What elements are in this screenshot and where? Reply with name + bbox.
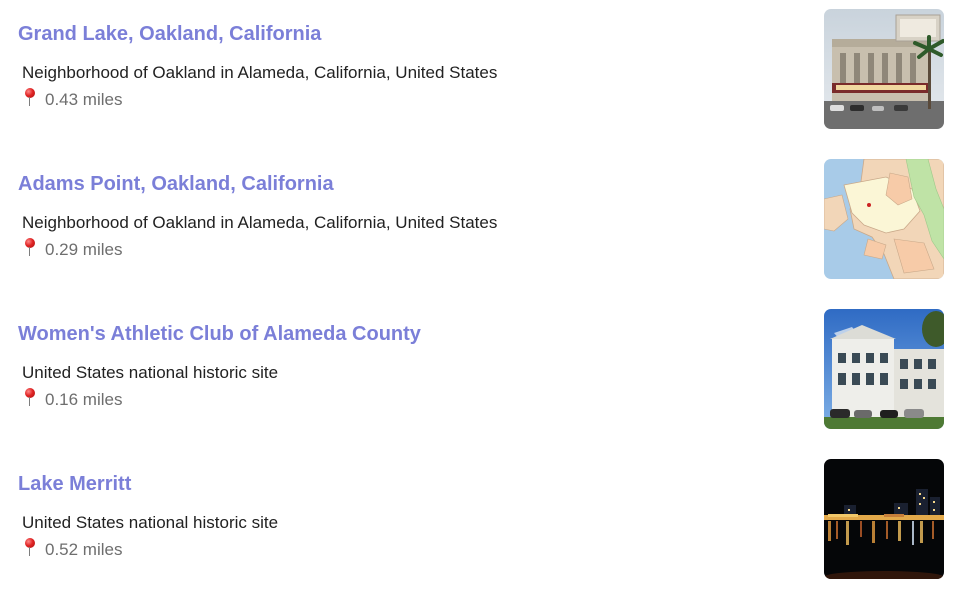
- result-title-link[interactable]: Grand Lake, Oakland, California: [18, 23, 321, 46]
- result-thumbnail[interactable]: [824, 309, 944, 429]
- list-item: Lake Merritt United States national hist…: [0, 450, 960, 590]
- result-thumbnail[interactable]: [824, 159, 944, 279]
- nearby-results-list: Grand Lake, Oakland, California Neighbor…: [0, 0, 960, 590]
- result-description: Neighborhood of Oakland in Alameda, Cali…: [22, 213, 498, 232]
- result-description: Neighborhood of Oakland in Alameda, Cali…: [22, 63, 498, 82]
- list-item: Women's Athletic Club of Alameda County …: [0, 300, 960, 450]
- result-distance: 0.16 miles: [22, 387, 123, 410]
- result-thumbnail[interactable]: [824, 9, 944, 129]
- theater-photo: [824, 9, 944, 129]
- distance-value: 0.52 miles: [45, 540, 123, 559]
- building-photo: [824, 309, 944, 429]
- result-title-link[interactable]: Women's Athletic Club of Alameda County: [18, 323, 421, 346]
- map-image: [824, 159, 944, 279]
- distance-value: 0.43 miles: [45, 90, 123, 109]
- result-distance: 0.43 miles: [22, 87, 123, 110]
- result-distance: 0.29 miles: [22, 237, 123, 260]
- map-pin-icon: [22, 237, 36, 257]
- map-pin-icon: [22, 387, 36, 407]
- result-title-link[interactable]: Adams Point, Oakland, California: [18, 173, 334, 196]
- result-distance: 0.52 miles: [22, 537, 123, 560]
- night-lake-photo: [824, 459, 944, 579]
- result-title-link[interactable]: Lake Merritt: [18, 473, 131, 496]
- list-item: Adams Point, Oakland, California Neighbo…: [0, 150, 960, 300]
- result-description: United States national historic site: [22, 363, 279, 382]
- distance-value: 0.29 miles: [45, 240, 123, 259]
- result-description: United States national historic site: [22, 513, 279, 532]
- map-pin-icon: [22, 537, 36, 557]
- result-thumbnail[interactable]: [824, 459, 944, 579]
- map-pin-icon: [22, 87, 36, 107]
- distance-value: 0.16 miles: [45, 390, 123, 409]
- list-item: Grand Lake, Oakland, California Neighbor…: [0, 0, 960, 150]
